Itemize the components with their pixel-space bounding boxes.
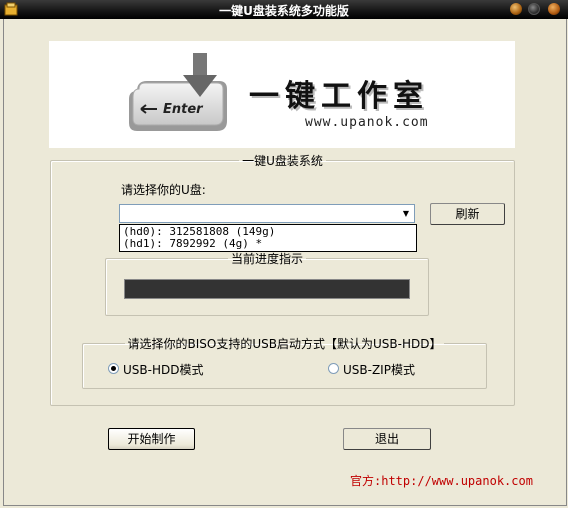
usb-dropdown-list: (hd0): 312581808 (149g) (hd1): 7892992 (… [119, 224, 417, 252]
boot-mode-legend: 请选择你的BISO支持的USB启动方式【默认为USB-HDD】 [127, 337, 442, 351]
usb-hdd-radio[interactable] [108, 363, 119, 374]
close-button[interactable] [548, 3, 560, 15]
enter-key-label: Enter [163, 102, 204, 117]
exit-button[interactable]: 退出 [343, 428, 431, 450]
start-button[interactable]: 开始制作 [108, 428, 195, 450]
usb-select[interactable]: ▼ [119, 204, 415, 223]
progress-bar [124, 279, 410, 299]
usb-hdd-label[interactable]: USB-HDD模式 [123, 361, 203, 378]
progress-legend: 当前进度指示 [230, 252, 303, 266]
maximize-button[interactable] [528, 3, 540, 15]
banner-title: 一键工作室 [249, 79, 429, 114]
banner-url: www.upanok.com [305, 115, 429, 130]
window-title: 一键U盘装系统多功能版 [219, 4, 349, 18]
usb-zip-radio[interactable] [328, 363, 339, 374]
select-usb-label: 请选择你的U盘: [121, 183, 206, 197]
banner: Enter 一键工作室 www.upanok.com [49, 41, 515, 148]
minimize-button[interactable] [510, 3, 522, 15]
refresh-button[interactable]: 刷新 [430, 203, 505, 225]
official-site-link[interactable]: 官方:http://www.upanok.com [350, 472, 533, 489]
title-bar[interactable]: 一键U盘装系统多功能版 [0, 0, 568, 19]
radio-selected-dot [111, 366, 116, 371]
chevron-down-icon[interactable]: ▼ [399, 206, 413, 221]
system-group-legend: 一键U盘装系统 [242, 154, 323, 168]
usb-option[interactable]: (hd1): 7892992 (4g) * [123, 238, 413, 250]
usb-zip-label[interactable]: USB-ZIP模式 [343, 361, 415, 378]
down-arrow-icon [183, 53, 217, 97]
